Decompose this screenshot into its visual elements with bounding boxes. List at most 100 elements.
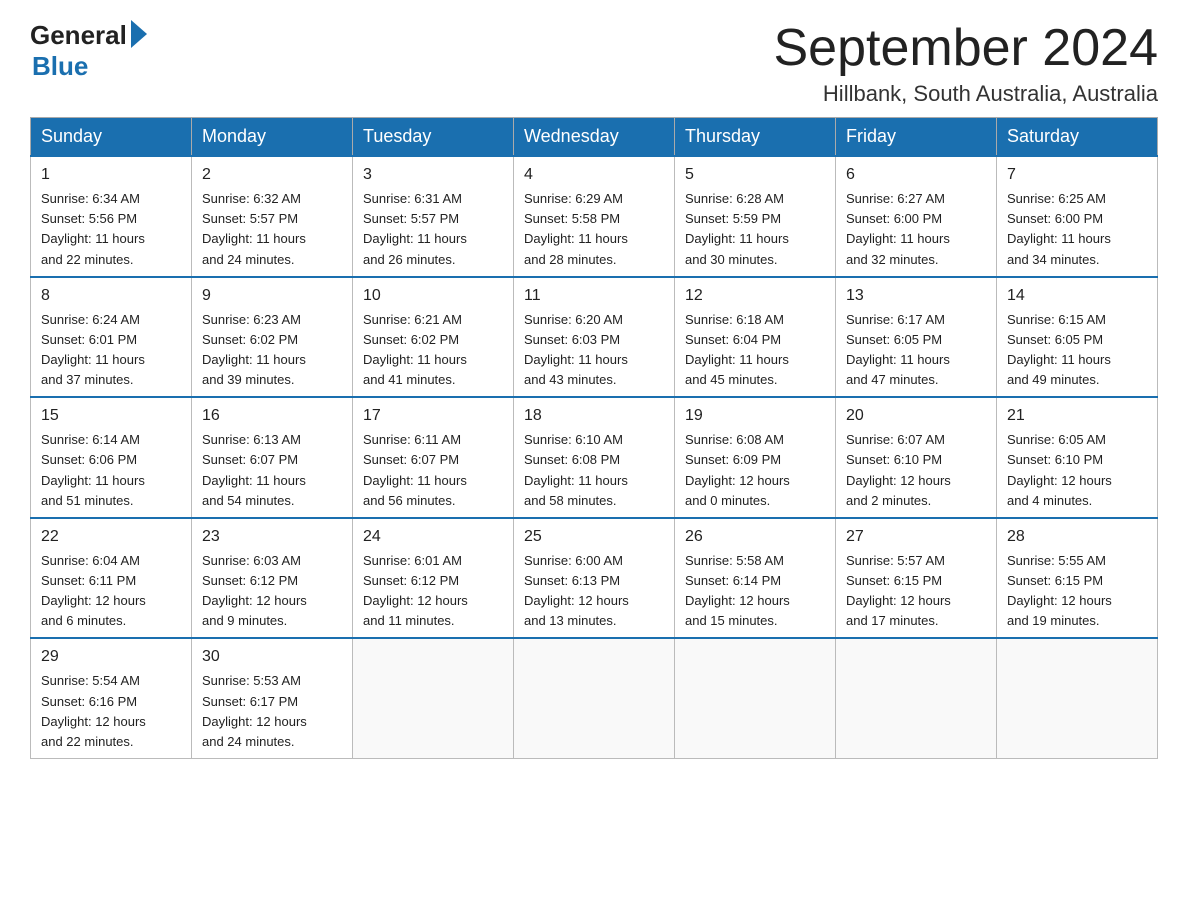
day-number: 25 (524, 525, 664, 549)
day-number: 21 (1007, 404, 1147, 428)
col-thursday: Thursday (675, 118, 836, 157)
table-row: 19 Sunrise: 6:08 AM Sunset: 6:09 PM Dayl… (675, 397, 836, 518)
day-info: Sunrise: 6:15 AM Sunset: 6:05 PM Dayligh… (1007, 310, 1147, 391)
day-info: Sunrise: 6:25 AM Sunset: 6:00 PM Dayligh… (1007, 189, 1147, 270)
day-number: 30 (202, 645, 342, 669)
day-info: Sunrise: 6:01 AM Sunset: 6:12 PM Dayligh… (363, 551, 503, 632)
day-info: Sunrise: 6:23 AM Sunset: 6:02 PM Dayligh… (202, 310, 342, 391)
day-number: 19 (685, 404, 825, 428)
logo: General Blue (30, 20, 147, 82)
day-number: 16 (202, 404, 342, 428)
day-info: Sunrise: 5:53 AM Sunset: 6:17 PM Dayligh… (202, 671, 342, 752)
day-number: 18 (524, 404, 664, 428)
day-info: Sunrise: 6:03 AM Sunset: 6:12 PM Dayligh… (202, 551, 342, 632)
col-tuesday: Tuesday (353, 118, 514, 157)
table-row: 16 Sunrise: 6:13 AM Sunset: 6:07 PM Dayl… (192, 397, 353, 518)
day-info: Sunrise: 6:10 AM Sunset: 6:08 PM Dayligh… (524, 430, 664, 511)
table-row: 13 Sunrise: 6:17 AM Sunset: 6:05 PM Dayl… (836, 277, 997, 398)
table-row: 9 Sunrise: 6:23 AM Sunset: 6:02 PM Dayli… (192, 277, 353, 398)
month-title: September 2024 (774, 20, 1159, 77)
calendar-table: Sunday Monday Tuesday Wednesday Thursday… (30, 117, 1158, 759)
day-info: Sunrise: 6:29 AM Sunset: 5:58 PM Dayligh… (524, 189, 664, 270)
day-info: Sunrise: 6:05 AM Sunset: 6:10 PM Dayligh… (1007, 430, 1147, 511)
col-sunday: Sunday (31, 118, 192, 157)
table-row: 1 Sunrise: 6:34 AM Sunset: 5:56 PM Dayli… (31, 156, 192, 277)
table-row (353, 638, 514, 758)
day-info: Sunrise: 6:24 AM Sunset: 6:01 PM Dayligh… (41, 310, 181, 391)
table-row: 14 Sunrise: 6:15 AM Sunset: 6:05 PM Dayl… (997, 277, 1158, 398)
table-row: 25 Sunrise: 6:00 AM Sunset: 6:13 PM Dayl… (514, 518, 675, 639)
day-info: Sunrise: 6:27 AM Sunset: 6:00 PM Dayligh… (846, 189, 986, 270)
table-row: 6 Sunrise: 6:27 AM Sunset: 6:00 PM Dayli… (836, 156, 997, 277)
day-number: 1 (41, 163, 181, 187)
day-number: 11 (524, 284, 664, 308)
title-block: September 2024 Hillbank, South Australia… (774, 20, 1159, 107)
day-number: 6 (846, 163, 986, 187)
table-row: 27 Sunrise: 5:57 AM Sunset: 6:15 PM Dayl… (836, 518, 997, 639)
day-info: Sunrise: 5:54 AM Sunset: 6:16 PM Dayligh… (41, 671, 181, 752)
day-number: 10 (363, 284, 503, 308)
day-number: 26 (685, 525, 825, 549)
table-row: 3 Sunrise: 6:31 AM Sunset: 5:57 PM Dayli… (353, 156, 514, 277)
table-row: 26 Sunrise: 5:58 AM Sunset: 6:14 PM Dayl… (675, 518, 836, 639)
day-info: Sunrise: 6:17 AM Sunset: 6:05 PM Dayligh… (846, 310, 986, 391)
day-info: Sunrise: 6:18 AM Sunset: 6:04 PM Dayligh… (685, 310, 825, 391)
day-info: Sunrise: 6:00 AM Sunset: 6:13 PM Dayligh… (524, 551, 664, 632)
day-number: 13 (846, 284, 986, 308)
table-row: 11 Sunrise: 6:20 AM Sunset: 6:03 PM Dayl… (514, 277, 675, 398)
day-number: 12 (685, 284, 825, 308)
calendar-week-row: 29 Sunrise: 5:54 AM Sunset: 6:16 PM Dayl… (31, 638, 1158, 758)
day-info: Sunrise: 5:58 AM Sunset: 6:14 PM Dayligh… (685, 551, 825, 632)
table-row: 24 Sunrise: 6:01 AM Sunset: 6:12 PM Dayl… (353, 518, 514, 639)
day-info: Sunrise: 6:14 AM Sunset: 6:06 PM Dayligh… (41, 430, 181, 511)
table-row (997, 638, 1158, 758)
day-info: Sunrise: 5:57 AM Sunset: 6:15 PM Dayligh… (846, 551, 986, 632)
table-row: 17 Sunrise: 6:11 AM Sunset: 6:07 PM Dayl… (353, 397, 514, 518)
day-info: Sunrise: 6:28 AM Sunset: 5:59 PM Dayligh… (685, 189, 825, 270)
day-number: 27 (846, 525, 986, 549)
day-info: Sunrise: 6:11 AM Sunset: 6:07 PM Dayligh… (363, 430, 503, 511)
day-number: 17 (363, 404, 503, 428)
day-info: Sunrise: 5:55 AM Sunset: 6:15 PM Dayligh… (1007, 551, 1147, 632)
table-row (514, 638, 675, 758)
table-row: 7 Sunrise: 6:25 AM Sunset: 6:00 PM Dayli… (997, 156, 1158, 277)
table-row: 22 Sunrise: 6:04 AM Sunset: 6:11 PM Dayl… (31, 518, 192, 639)
table-row (675, 638, 836, 758)
location-title: Hillbank, South Australia, Australia (774, 81, 1159, 107)
day-number: 22 (41, 525, 181, 549)
day-number: 3 (363, 163, 503, 187)
logo-arrow-icon (131, 20, 147, 48)
table-row: 8 Sunrise: 6:24 AM Sunset: 6:01 PM Dayli… (31, 277, 192, 398)
day-number: 29 (41, 645, 181, 669)
day-number: 14 (1007, 284, 1147, 308)
table-row: 2 Sunrise: 6:32 AM Sunset: 5:57 PM Dayli… (192, 156, 353, 277)
day-info: Sunrise: 6:32 AM Sunset: 5:57 PM Dayligh… (202, 189, 342, 270)
table-row: 23 Sunrise: 6:03 AM Sunset: 6:12 PM Dayl… (192, 518, 353, 639)
table-row: 20 Sunrise: 6:07 AM Sunset: 6:10 PM Dayl… (836, 397, 997, 518)
col-saturday: Saturday (997, 118, 1158, 157)
day-number: 15 (41, 404, 181, 428)
day-info: Sunrise: 6:21 AM Sunset: 6:02 PM Dayligh… (363, 310, 503, 391)
day-number: 28 (1007, 525, 1147, 549)
col-monday: Monday (192, 118, 353, 157)
calendar-week-row: 1 Sunrise: 6:34 AM Sunset: 5:56 PM Dayli… (31, 156, 1158, 277)
table-row: 30 Sunrise: 5:53 AM Sunset: 6:17 PM Dayl… (192, 638, 353, 758)
day-info: Sunrise: 6:31 AM Sunset: 5:57 PM Dayligh… (363, 189, 503, 270)
calendar-week-row: 8 Sunrise: 6:24 AM Sunset: 6:01 PM Dayli… (31, 277, 1158, 398)
table-row (836, 638, 997, 758)
table-row: 18 Sunrise: 6:10 AM Sunset: 6:08 PM Dayl… (514, 397, 675, 518)
day-info: Sunrise: 6:13 AM Sunset: 6:07 PM Dayligh… (202, 430, 342, 511)
day-number: 23 (202, 525, 342, 549)
day-number: 4 (524, 163, 664, 187)
col-friday: Friday (836, 118, 997, 157)
day-info: Sunrise: 6:20 AM Sunset: 6:03 PM Dayligh… (524, 310, 664, 391)
logo-blue-text: Blue (32, 51, 88, 82)
table-row: 10 Sunrise: 6:21 AM Sunset: 6:02 PM Dayl… (353, 277, 514, 398)
day-number: 2 (202, 163, 342, 187)
table-row: 21 Sunrise: 6:05 AM Sunset: 6:10 PM Dayl… (997, 397, 1158, 518)
table-row: 28 Sunrise: 5:55 AM Sunset: 6:15 PM Dayl… (997, 518, 1158, 639)
table-row: 4 Sunrise: 6:29 AM Sunset: 5:58 PM Dayli… (514, 156, 675, 277)
day-number: 9 (202, 284, 342, 308)
day-info: Sunrise: 6:07 AM Sunset: 6:10 PM Dayligh… (846, 430, 986, 511)
col-wednesday: Wednesday (514, 118, 675, 157)
